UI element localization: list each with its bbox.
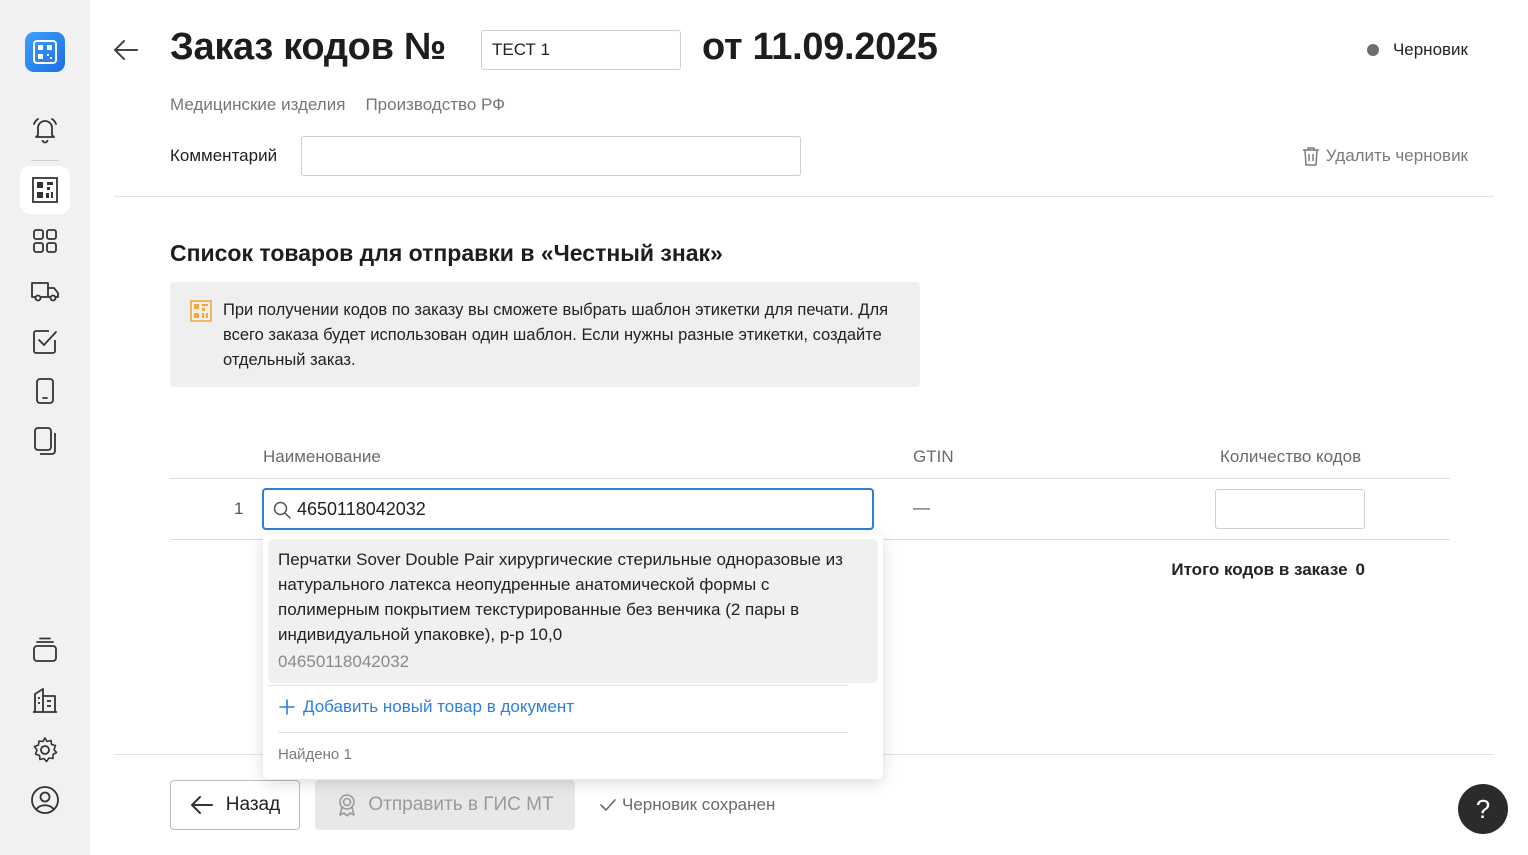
status-badge: Черновик: [1366, 40, 1468, 60]
sidebar-item-catalog[interactable]: [20, 217, 70, 265]
add-new-product-label: Добавить новый товар в документ: [303, 697, 575, 716]
sidebar-item-notifications[interactable]: [20, 106, 70, 154]
page-title-date: от 11.09.2025: [702, 26, 938, 68]
user-icon: [31, 786, 59, 814]
main-content: Заказ кодов № ТЕСТ 1 от 11.09.2025 Черно…: [90, 0, 1528, 855]
app-logo[interactable]: [25, 32, 65, 72]
tag-category: Медицинские изделия: [170, 95, 346, 114]
help-button[interactable]: ?: [1458, 784, 1508, 834]
column-header-quantity: Количество кодов: [1220, 447, 1362, 466]
order-total: Итого кодов в заказе 0: [1171, 560, 1365, 580]
order-number-input[interactable]: ТЕСТ 1: [481, 30, 681, 70]
arrow-left-icon: [190, 796, 213, 814]
sidebar-item-organization[interactable]: [20, 676, 70, 724]
qr-code-icon: [32, 177, 58, 203]
info-banner: При получении кодов по заказу вы сможете…: [170, 282, 920, 387]
sidebar: [0, 0, 90, 855]
back-button-label: Назад: [225, 794, 281, 815]
draft-saved-label: Черновик сохранен: [622, 795, 776, 814]
results-count: Найдено 1: [278, 746, 352, 763]
tag-origin: Производство РФ: [365, 95, 506, 114]
documents-icon: [34, 427, 56, 455]
add-new-product-link[interactable]: Добавить новый товар в документ: [279, 697, 574, 717]
gtin-value: —: [913, 498, 930, 517]
sidebar-divider: [31, 160, 59, 161]
quantity-field[interactable]: [1215, 489, 1365, 529]
sidebar-item-settings[interactable]: [20, 726, 70, 774]
result-title: Перчатки Sover Double Pair хирургические…: [278, 550, 843, 644]
sidebar-item-codes[interactable]: [20, 166, 70, 214]
info-text: При получении кодов по заказу вы сможете…: [223, 301, 889, 369]
dropdown-divider: [278, 732, 848, 733]
goods-section-title: Список товаров для отправки в «Честный з…: [170, 240, 723, 266]
delete-draft-label: Удалить черновик: [1325, 146, 1468, 165]
sidebar-item-delivery[interactable]: [20, 267, 70, 315]
page-title-prefix: Заказ кодов №: [170, 26, 446, 68]
total-value: 0: [1355, 560, 1365, 579]
total-label: Итого кодов в заказе: [1171, 560, 1348, 579]
column-header-name: Наименование: [263, 447, 381, 466]
order-tags: Медицинские изделия Производство РФ: [170, 95, 505, 115]
stack-icon: [33, 637, 57, 662]
sidebar-item-documents[interactable]: [20, 417, 70, 465]
table-header-line: [170, 478, 1450, 479]
plus-icon: [279, 699, 295, 715]
qr-info-icon: [190, 300, 212, 322]
delete-draft-button[interactable]: Удалить черновик: [1302, 146, 1468, 166]
checkbox-icon: [33, 330, 57, 354]
back-arrow-button[interactable]: [112, 36, 140, 64]
search-result-item[interactable]: Перчатки Sover Double Pair хирургические…: [268, 539, 878, 683]
gear-icon: [33, 737, 58, 763]
comment-field[interactable]: [301, 136, 801, 176]
sidebar-item-mobile[interactable]: [20, 367, 70, 415]
send-button-label: Отправить в ГИС МТ: [368, 794, 554, 815]
phone-icon: [36, 378, 54, 404]
column-header-gtin: GTIN: [913, 447, 954, 466]
back-button[interactable]: Назад: [170, 780, 300, 830]
search-results-dropdown: Перчатки Sover Double Pair хирургические…: [263, 534, 883, 779]
product-search-input[interactable]: 4650118042032: [262, 488, 874, 530]
check-icon: [600, 799, 616, 811]
result-code: 04650118042032: [278, 652, 410, 671]
status-dot-icon: [1366, 44, 1379, 56]
sidebar-item-profile[interactable]: [20, 776, 70, 824]
bell-icon: [33, 118, 57, 144]
building-icon: [33, 688, 57, 713]
send-to-gis-button[interactable]: Отправить в ГИС МТ: [315, 780, 575, 830]
sidebar-item-archive[interactable]: [20, 626, 70, 674]
search-value: 4650118042032: [297, 499, 426, 519]
truck-icon: [31, 282, 59, 302]
qr-logo-icon: [33, 40, 57, 64]
draft-saved-status: Черновик сохранен: [600, 795, 775, 815]
trash-icon: [1302, 147, 1319, 166]
sidebar-item-tasks[interactable]: [20, 317, 70, 365]
award-icon: [339, 794, 356, 817]
arrow-left-icon: [114, 40, 138, 60]
header-divider: [114, 196, 1494, 197]
comment-label: Комментарий: [170, 146, 278, 165]
search-icon: [273, 501, 291, 519]
grid-icon: [33, 229, 57, 253]
row-number: 1: [234, 499, 244, 518]
status-label: Черновик: [1392, 40, 1468, 59]
dropdown-divider: [268, 685, 848, 686]
